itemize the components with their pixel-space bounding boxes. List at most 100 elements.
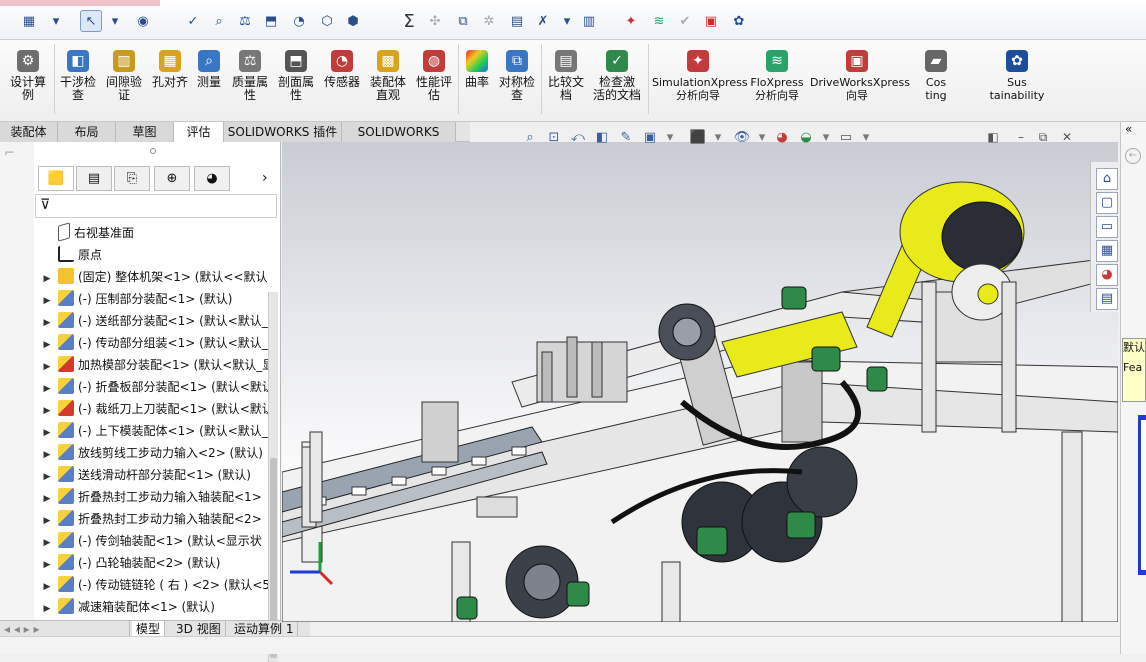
tree-item[interactable]: ▶ (-) 折叠板部分装配<1> (默认<默认 xyxy=(36,376,268,398)
tree-item[interactable]: ▶ (-) 上下模装配体<1> (默认<默认_ xyxy=(36,420,268,442)
expand-arrow-icon[interactable]: ▶ xyxy=(36,554,58,574)
sensor-button[interactable]: ◔ 传感器 xyxy=(320,44,364,118)
tree-item[interactable]: ▶ (-) 传动链链轮 ( 右 ) <2> (默认<5 xyxy=(36,574,268,596)
zoom-to-fit-icon[interactable]: ⌕ xyxy=(520,128,540,148)
tab-motion-study[interactable]: 运动算例 1 xyxy=(230,621,299,637)
design-library-icon[interactable]: ▢ xyxy=(1096,192,1118,214)
symmetry-check-button[interactable]: ⧉ 对称检查 xyxy=(496,44,538,118)
featuremanager-tab-icon[interactable]: 🟨 xyxy=(38,166,74,191)
assembly-check-icon[interactable]: ⬡ xyxy=(316,10,338,32)
tree-item[interactable]: ▶ 送线滑动杆部分装配<1> (默认) xyxy=(36,464,268,486)
tree-item[interactable]: 右视基准面 xyxy=(36,222,268,244)
expand-arrow-icon[interactable]: ▶ xyxy=(36,334,58,354)
tab-solidworks-mbd[interactable]: SOLIDWORKS MBD xyxy=(342,122,456,159)
expand-arrow-icon[interactable]: ▶ xyxy=(36,598,58,618)
tree-item[interactable]: ▶ (-) 送纸部分装配<1> (默认<默认_ xyxy=(36,310,268,332)
tree-item[interactable]: ▶ (固定) 整体机架<1> (默认<<默认 xyxy=(36,266,268,288)
chevron-right-icon[interactable]: › xyxy=(262,170,268,186)
custom-properties-icon[interactable]: ▤ xyxy=(1096,288,1118,310)
edit-appearance-icon[interactable]: ◕ xyxy=(772,128,792,148)
tree-item[interactable]: ▶ 折叠热封工步动力输入轴装配<2> xyxy=(36,508,268,530)
section-view-icon[interactable]: ◧ xyxy=(592,128,612,148)
home-icon[interactable]: ⌂ xyxy=(1096,168,1118,190)
tab-model[interactable]: 模型 xyxy=(132,621,166,637)
compare-documents-button[interactable]: ▤ 比较文档 xyxy=(544,44,588,118)
display-style-dropdown-icon[interactable]: ▾ xyxy=(708,128,728,148)
measure-icon[interactable]: ⌕ xyxy=(208,10,230,32)
measure-button[interactable]: ⌕ 测量 xyxy=(192,44,226,118)
clearance-button[interactable]: ▥ 间隙验证 xyxy=(102,44,146,118)
dimxpert-tab-icon[interactable]: ⊕ xyxy=(154,166,190,191)
view-orientation-dropdown-icon[interactable]: ▾ xyxy=(660,128,680,148)
appearance-icon[interactable]: ◉ xyxy=(132,10,154,32)
zoom-to-area-icon[interactable]: ⊡ xyxy=(544,128,564,148)
drive-icon[interactable]: ▣ xyxy=(700,10,722,32)
expand-arrow-icon[interactable]: ▶ xyxy=(36,444,58,464)
apply-scene-dropdown-icon[interactable]: ▾ xyxy=(816,128,836,148)
assembly-visualization-button[interactable]: ▩ 装配体 直观 xyxy=(366,44,410,118)
propertymanager-tab-icon[interactable]: ▤ xyxy=(76,166,112,191)
display-style-icon[interactable]: ⬛ xyxy=(688,128,708,148)
view-settings-dropdown-icon[interactable]: ▾ xyxy=(856,128,876,148)
expand-arrow-icon[interactable]: ▶ xyxy=(36,290,58,310)
expand-arrow-icon[interactable]: ▶ xyxy=(36,510,58,530)
options-dropdown-icon[interactable]: ▾ xyxy=(45,10,67,32)
sum-icon[interactable]: Σ xyxy=(398,10,420,32)
mass-properties-button[interactable]: ⚖ 质量属性 xyxy=(228,44,272,118)
display-manager-tab-icon[interactable]: ◕ xyxy=(194,166,230,191)
check-shield-icon[interactable]: ⬢ xyxy=(342,10,364,32)
tab-scroll-arrows[interactable]: ◂ ◂ ▸ ▸ xyxy=(0,621,130,637)
tree-item[interactable]: 原点 xyxy=(36,244,268,266)
tree-item[interactable]: ▶ (-) 压制部分装配<1> (默认) xyxy=(36,288,268,310)
tree-item[interactable]: ▶ 加热模部分装配<1> (默认<默认_显 xyxy=(36,354,268,376)
sensor-icon[interactable]: ◔ xyxy=(288,10,310,32)
hole-align-button[interactable]: ▦ 孔对齐 xyxy=(148,44,192,118)
tab-sketch[interactable]: 草图 xyxy=(116,122,174,142)
file-explorer-icon[interactable]: ▭ xyxy=(1096,216,1118,238)
hide-show-items-icon[interactable]: 👁 xyxy=(732,128,752,148)
tab-evaluate[interactable]: 评估 xyxy=(174,122,224,142)
sustainability-button[interactable]: ✿ Sus tainability xyxy=(975,44,1059,118)
feature-tree-scrollbar[interactable] xyxy=(268,292,278,662)
tree-item[interactable]: ▶ (-) 凸轮轴装配<2> (默认) xyxy=(36,552,268,574)
expand-arrow-icon[interactable]: ▶ xyxy=(36,422,58,442)
select-dropdown-icon[interactable]: ▾ xyxy=(104,10,126,32)
maximize-icon[interactable]: ⧉ xyxy=(1035,128,1051,146)
simulationxpress-button[interactable]: ✦ SimulationXpress 分析向导 xyxy=(652,44,748,118)
expand-arrow-icon[interactable]: ▶ xyxy=(36,378,58,398)
simulation-icon[interactable]: ✦ xyxy=(620,10,642,32)
apply-scene-icon[interactable]: ◒ xyxy=(796,128,816,148)
costing-button[interactable]: ▰ Cos ting xyxy=(910,44,962,118)
configuration-tab-icon[interactable]: ⎘ xyxy=(114,166,150,191)
appearances-icon[interactable]: ◕ xyxy=(1096,264,1118,286)
section-icon[interactable]: ⬒ xyxy=(260,10,282,32)
floxpress-button[interactable]: ≋ FloXpress 分析向导 xyxy=(748,44,806,118)
view-settings-icon[interactable]: ▭ xyxy=(836,128,856,148)
symmetry-icon[interactable]: ⧉ xyxy=(452,10,474,32)
expand-arrow-icon[interactable]: ▶ xyxy=(36,400,58,420)
flow-icon[interactable]: ≋ xyxy=(648,10,670,32)
select-cursor-icon[interactable]: ↖ xyxy=(80,10,102,32)
hide-show-dropdown-icon[interactable]: ▾ xyxy=(752,128,772,148)
graphics-viewport[interactable] xyxy=(282,142,1118,622)
expand-arrow-icon[interactable]: ▶ xyxy=(36,488,58,508)
tree-item[interactable]: ▶ (-) 裁纸刀上刀装配<1> (默认<默认 xyxy=(36,398,268,420)
tab-solidworks-addins[interactable]: SOLIDWORKS 插件 xyxy=(224,122,342,142)
close-icon[interactable]: ✕ xyxy=(1059,128,1075,146)
view-palette-icon[interactable]: ▦ xyxy=(1096,240,1118,262)
tree-item[interactable]: ▶ 折叠热封工步动力输入轴装配<1> xyxy=(36,486,268,508)
section-properties-button[interactable]: ⬒ 剖面属性 xyxy=(274,44,318,118)
design-study-button[interactable]: ⚙ 设计算例 xyxy=(4,44,52,118)
expand-arrow-icon[interactable]: ▶ xyxy=(36,312,58,332)
expand-arrow-icon[interactable]: ▶ xyxy=(36,356,58,376)
driveworksxpress-button[interactable]: ▣ DriveWorksXpress 向导 xyxy=(810,44,910,118)
expand-arrow-icon[interactable]: ▶ xyxy=(36,466,58,486)
check-active-document-button[interactable]: ✓ 检查激 活的文档 xyxy=(590,44,644,118)
excel-icon[interactable]: ▥ xyxy=(578,10,600,32)
interference-button[interactable]: ◧ 干涉检查 xyxy=(56,44,100,118)
mass-icon[interactable]: ⚖ xyxy=(234,10,256,32)
tab-layout[interactable]: 布局 xyxy=(58,122,116,142)
expand-arrow-icon[interactable]: ▶ xyxy=(36,532,58,552)
tree-item[interactable]: ▶ (-) 传动部分组装<1> (默认<默认_ xyxy=(36,332,268,354)
tab-3d-view[interactable]: 3D 视图 xyxy=(172,621,226,637)
